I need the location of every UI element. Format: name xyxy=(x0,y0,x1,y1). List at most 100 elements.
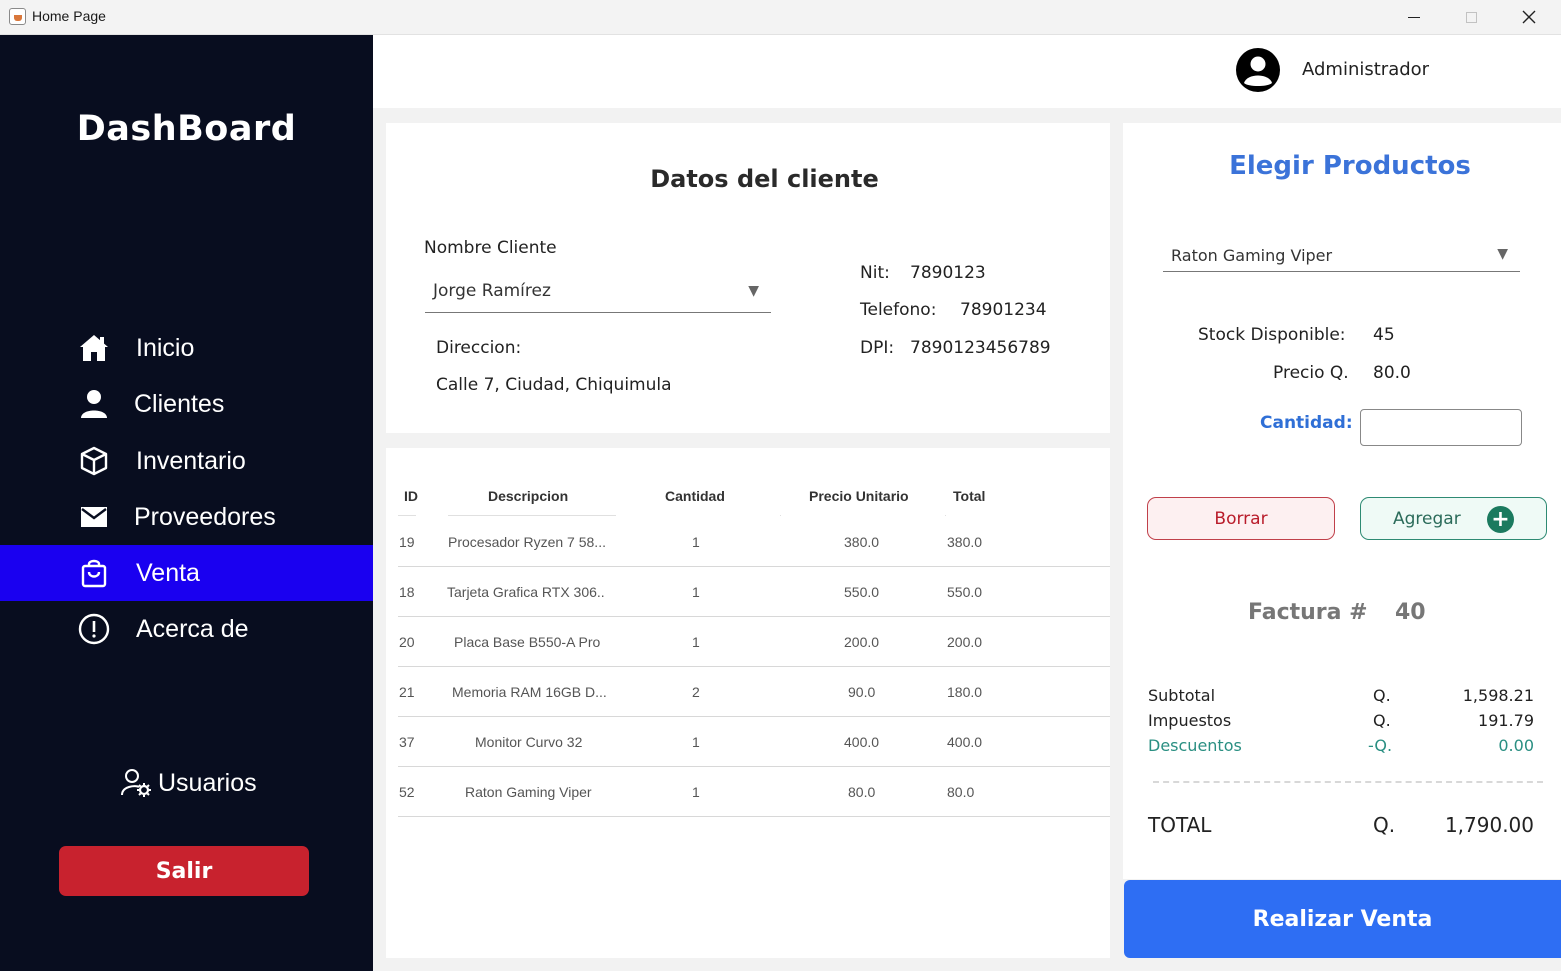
table-row[interactable]: 52 Raton Gaming Viper 1 80.0 80.0 xyxy=(398,767,1110,817)
summary-divider xyxy=(1153,781,1543,783)
cell-id: 19 xyxy=(399,534,415,550)
header-divider xyxy=(448,515,616,516)
add-button[interactable]: Agregar + xyxy=(1360,497,1547,540)
invoice-number: 40 xyxy=(1395,600,1426,625)
sidebar-item-venta[interactable]: Venta xyxy=(0,545,373,601)
sidebar-item-proveedores[interactable]: Proveedores xyxy=(0,489,373,545)
cell-total: 80.0 xyxy=(947,784,975,800)
invoice-label: Factura # xyxy=(1248,600,1368,625)
box-icon xyxy=(78,445,110,477)
minimize-icon xyxy=(1408,16,1420,18)
cell-unit-price: 90.0 xyxy=(848,684,876,700)
client-panel-title: Datos del cliente xyxy=(650,165,879,193)
top-header: Administrador xyxy=(373,35,1561,108)
cell-description: Placa Base B550-A Pro xyxy=(454,634,601,650)
discount-currency: -Q. xyxy=(1368,736,1393,755)
cell-total: 400.0 xyxy=(947,734,983,750)
delete-button[interactable]: Borrar xyxy=(1147,497,1335,540)
column-header-cantidad[interactable]: Cantidad xyxy=(665,488,725,504)
users-label: Usuarios xyxy=(158,768,257,797)
cell-description: Memoria RAM 16GB D... xyxy=(452,684,607,700)
dpi-value: 7890123456789 xyxy=(910,338,1051,358)
total-value: 1,790.00 xyxy=(1444,813,1534,837)
maximize-icon xyxy=(1465,11,1477,23)
table-row[interactable]: 18 Tarjeta Grafica RTX 306.. 1 550.0 550… xyxy=(398,567,1110,617)
cell-quantity: 1 xyxy=(692,584,700,600)
minimize-button[interactable] xyxy=(1385,0,1443,34)
total-label: TOTAL xyxy=(1148,813,1212,837)
window-titlebar: Home Page xyxy=(0,0,1561,35)
table-row[interactable]: 21 Memoria RAM 16GB D... 2 90.0 180.0 xyxy=(398,667,1110,717)
header-divider xyxy=(398,515,416,516)
sidebar-item-label: Clientes xyxy=(134,389,225,418)
cell-unit-price: 200.0 xyxy=(844,634,880,650)
sidebar-item-label: Acerca de xyxy=(136,614,249,643)
cell-quantity: 2 xyxy=(692,684,700,700)
cell-id: 52 xyxy=(399,784,415,800)
cell-description: Tarjeta Grafica RTX 306.. xyxy=(447,584,605,600)
sidebar-item-clientes[interactable]: Clientes xyxy=(0,376,373,432)
subtotal-label: Subtotal xyxy=(1148,686,1216,705)
table-row[interactable]: 20 Placa Base B550-A Pro 1 200.0 200.0 xyxy=(398,617,1110,667)
discount-value: 0.00 xyxy=(1498,736,1534,755)
tax-currency: Q. xyxy=(1373,711,1391,730)
maximize-button[interactable] xyxy=(1442,0,1500,34)
cell-id: 20 xyxy=(399,634,415,650)
avatar-icon[interactable] xyxy=(1235,47,1281,93)
client-name-select[interactable]: Jorge Ramírez ▼ xyxy=(425,275,771,313)
window-title: Home Page xyxy=(32,8,106,24)
cell-total: 550.0 xyxy=(947,584,983,600)
stock-value: 45 xyxy=(1373,325,1395,345)
cell-quantity: 1 xyxy=(692,734,700,750)
cell-quantity: 1 xyxy=(692,534,700,550)
close-button[interactable] xyxy=(1500,0,1558,34)
cell-unit-price: 380.0 xyxy=(844,534,880,550)
tax-label: Impuestos xyxy=(1148,711,1232,730)
users-link[interactable]: Usuarios xyxy=(120,768,257,798)
sidebar-item-inicio[interactable]: Inicio xyxy=(0,320,373,376)
cell-description: Procesador Ryzen 7 58... xyxy=(448,534,606,550)
home-icon xyxy=(78,332,110,364)
sidebar-item-label: Proveedores xyxy=(134,502,276,531)
nit-label: Nit: xyxy=(860,263,890,283)
current-user-name: Administrador xyxy=(1302,59,1430,80)
cell-id: 21 xyxy=(399,684,415,700)
client-data-panel: Datos del cliente Nombre Cliente Jorge R… xyxy=(386,123,1110,433)
info-circle-icon xyxy=(78,613,110,645)
subtotal-currency: Q. xyxy=(1373,686,1391,705)
client-name-value: Jorge Ramírez xyxy=(433,281,551,301)
table-row[interactable]: 19 Procesador Ryzen 7 58... 1 380.0 380.… xyxy=(398,517,1110,567)
logout-button[interactable]: Salir xyxy=(59,846,309,896)
mail-icon xyxy=(78,501,110,533)
client-name-label: Nombre Cliente xyxy=(424,238,557,258)
total-currency: Q. xyxy=(1373,813,1396,837)
user-settings-icon xyxy=(121,769,151,797)
address-label: Direccion: xyxy=(436,338,522,358)
shopping-bag-icon xyxy=(78,557,110,589)
cell-unit-price: 550.0 xyxy=(844,584,880,600)
submit-sale-button[interactable]: Realizar Venta xyxy=(1124,880,1561,958)
sidebar-item-acerca[interactable]: Acerca de xyxy=(0,601,373,657)
cell-id: 18 xyxy=(399,584,415,600)
column-header-precio-unitario[interactable]: Precio Unitario xyxy=(809,488,909,504)
sidebar-item-label: Inicio xyxy=(136,333,195,362)
cell-description: Raton Gaming Viper xyxy=(465,784,592,800)
stock-label: Stock Disponible: xyxy=(1198,325,1346,345)
sidebar-item-inventario[interactable]: Inventario xyxy=(0,433,373,489)
dpi-label: DPI: xyxy=(860,338,895,358)
sidebar-item-label: Venta xyxy=(136,558,200,587)
cell-total: 180.0 xyxy=(947,684,983,700)
price-label: Precio Q. xyxy=(1273,363,1349,383)
column-header-descripcion[interactable]: Descripcion xyxy=(488,488,568,504)
quantity-input[interactable] xyxy=(1360,409,1522,446)
column-header-total[interactable]: Total xyxy=(953,488,985,504)
quantity-label: Cantidad: xyxy=(1260,413,1353,433)
product-select[interactable]: Raton Gaming Viper ▼ xyxy=(1163,238,1520,272)
products-title: Elegir Productos xyxy=(1229,151,1471,181)
cell-quantity: 1 xyxy=(692,784,700,800)
column-header-id[interactable]: ID xyxy=(404,488,418,504)
table-row[interactable]: 37 Monitor Curvo 32 1 400.0 400.0 xyxy=(398,717,1110,767)
header-divider xyxy=(780,515,781,516)
cell-unit-price: 400.0 xyxy=(844,734,880,750)
address-value: Calle 7, Ciudad, Chiquimula xyxy=(436,375,672,395)
